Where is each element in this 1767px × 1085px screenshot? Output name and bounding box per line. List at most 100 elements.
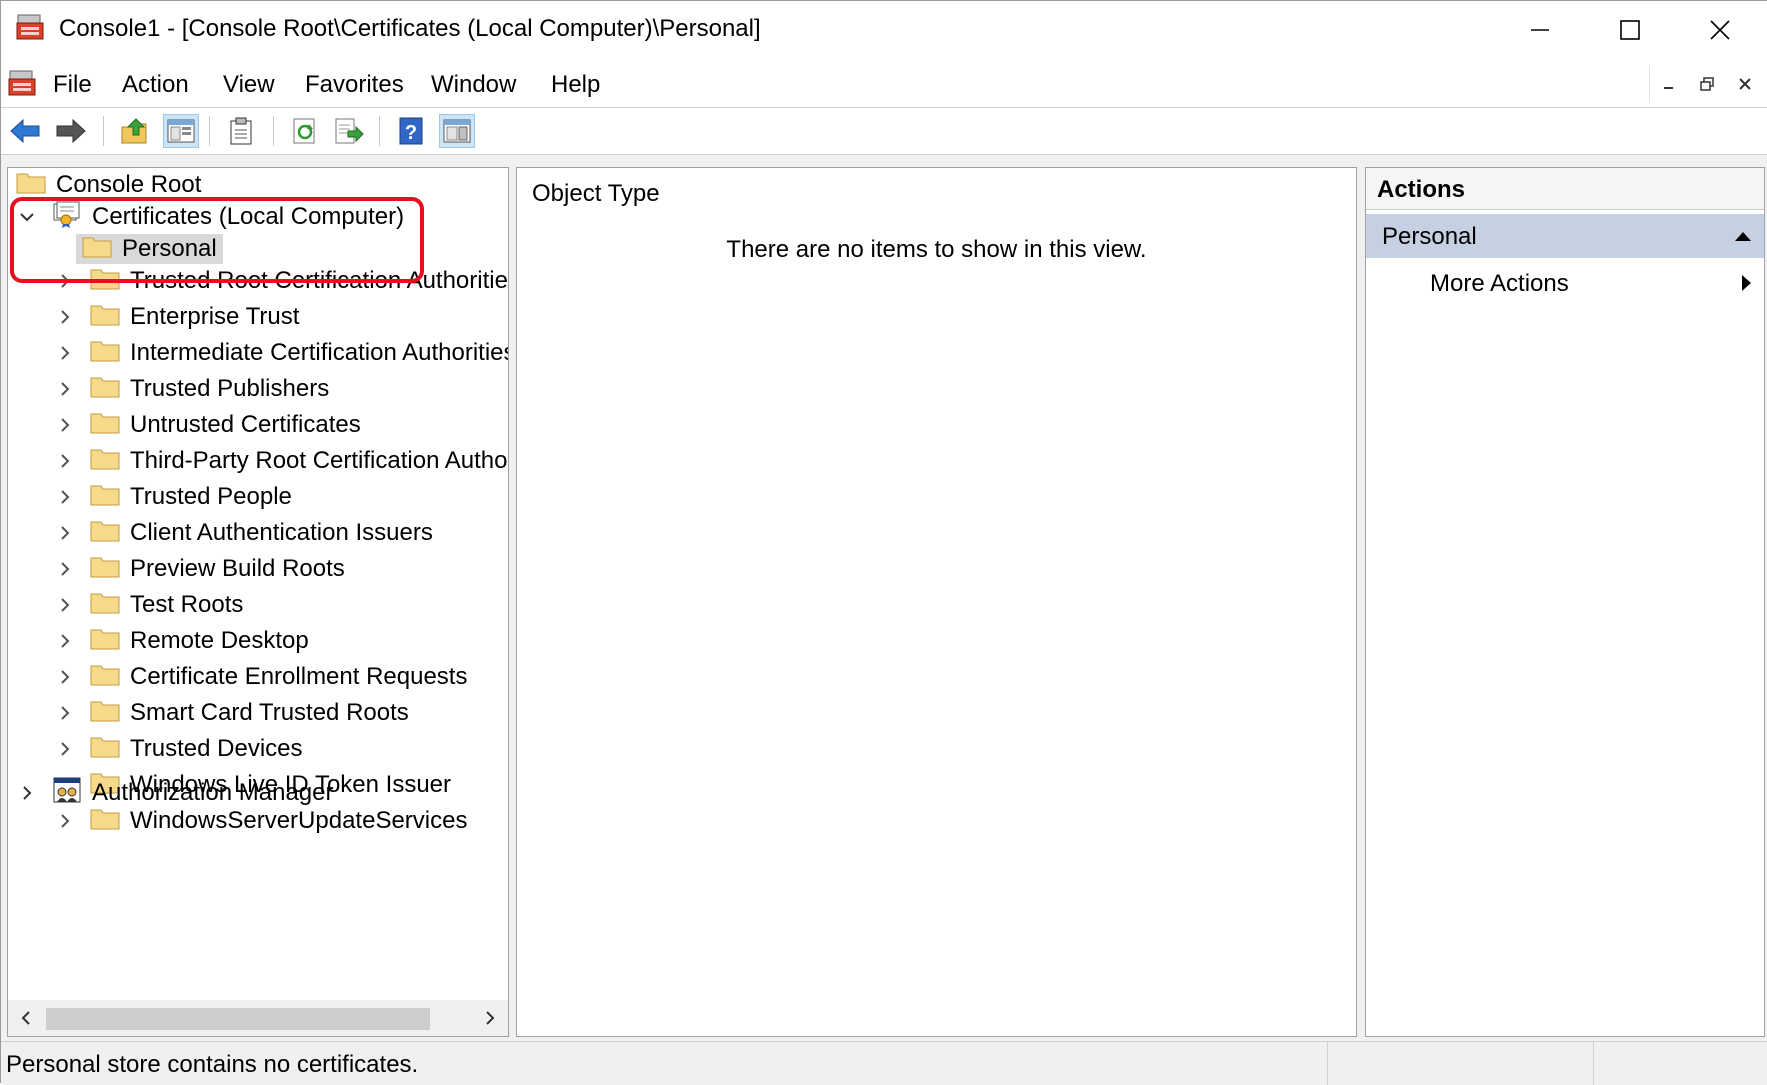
expand-chevron-icon[interactable] [54, 486, 76, 508]
menu-window[interactable]: Window [431, 71, 516, 99]
help-icon: ? [399, 117, 423, 145]
scrollbar-thumb[interactable] [46, 1008, 430, 1030]
export-list-button[interactable] [331, 114, 367, 148]
folder-icon [90, 374, 120, 405]
folder-icon [82, 234, 112, 265]
folder-icon [90, 410, 120, 441]
menu-help[interactable]: Help [551, 71, 600, 99]
expand-chevron-icon[interactable] [54, 594, 76, 616]
tree-label: Remote Desktop [130, 627, 309, 654]
expand-chevron-icon[interactable] [54, 702, 76, 724]
show-hide-action-pane-button[interactable] [439, 114, 475, 148]
expand-chevron-icon[interactable] [54, 306, 76, 328]
menu-file[interactable]: File [53, 71, 92, 99]
close-icon [1739, 78, 1751, 90]
tree-item-store[interactable]: Untrusted Certificates [54, 408, 361, 442]
tree-label: Trusted People [130, 483, 292, 510]
folder-icon [90, 698, 120, 729]
menu-favorites[interactable]: Favorites [305, 71, 404, 99]
child-close-button[interactable] [1726, 65, 1764, 103]
export-list-icon [335, 118, 364, 144]
window-title: Console1 - [Console Root\Certificates (L… [59, 15, 761, 42]
expand-chevron-icon[interactable] [16, 782, 38, 804]
folder-icon [90, 302, 120, 333]
chevron-left-icon [21, 1011, 30, 1025]
menu-action[interactable]: Action [122, 71, 189, 99]
empty-view-message: There are no items to show in this view. [726, 236, 1147, 263]
results-pane: Object Type There are no items to show i… [516, 167, 1357, 1037]
more-actions-item[interactable]: More Actions [1366, 262, 1764, 304]
tree-item-store[interactable]: Trusted Publishers [54, 372, 329, 406]
scroll-left-button[interactable] [14, 1006, 38, 1030]
expand-chevron-icon[interactable] [54, 270, 76, 292]
show-hide-console-tree-button[interactable] [163, 114, 199, 148]
tree-item-store[interactable]: Test Roots [54, 588, 243, 622]
tree-item-authorization-manager[interactable]: Authorization Manager [16, 776, 333, 810]
expand-chevron-icon[interactable] [54, 666, 76, 688]
console-system-menu-icon[interactable] [7, 69, 37, 104]
forward-button[interactable] [53, 114, 89, 148]
tree-item-store[interactable]: Certificate Enrollment Requests [54, 660, 467, 694]
tree-item-store[interactable]: Trusted Root Certification Authorities [54, 264, 509, 298]
expand-chevron-icon[interactable] [54, 558, 76, 580]
certificate-store-icon [52, 200, 82, 235]
help-button[interactable]: ? [393, 114, 429, 148]
expand-chevron-icon[interactable] [54, 414, 76, 436]
minimize-button[interactable] [1495, 1, 1585, 59]
expand-chevron-icon[interactable] [54, 630, 76, 652]
folder-icon [90, 554, 120, 585]
tree-item-store[interactable]: Preview Build Roots [54, 552, 345, 586]
horizontal-scrollbar[interactable] [8, 1000, 508, 1036]
maximize-button[interactable] [1585, 1, 1675, 59]
tree-item-store[interactable]: Third-Party Root Certification Authoriti… [54, 444, 508, 478]
toolbar-separator [379, 116, 380, 146]
tree-label: Trusted Publishers [130, 375, 330, 402]
menu-view[interactable]: View [223, 71, 275, 99]
tree-item-store[interactable]: Enterprise Trust [54, 300, 299, 334]
expand-chevron-icon[interactable] [54, 522, 76, 544]
tree-label: Preview Build Roots [130, 555, 345, 582]
column-header-object-type[interactable]: Object Type [532, 180, 660, 208]
copy-button[interactable] [223, 114, 259, 148]
expand-chevron-icon[interactable] [54, 450, 76, 472]
expand-chevron-icon[interactable] [54, 810, 76, 832]
mmc-app-icon[interactable] [15, 13, 45, 48]
close-icon [1710, 20, 1730, 40]
child-minimize-button[interactable] [1650, 65, 1688, 103]
up-folder-icon [121, 118, 147, 144]
tree-item-store[interactable]: Smart Card Trusted Roots [54, 696, 409, 730]
tree-item-store[interactable]: Trusted People [54, 480, 292, 514]
status-text: Personal store contains no certificates. [6, 1051, 419, 1078]
up-one-level-button[interactable] [117, 114, 153, 148]
folder-icon [90, 806, 120, 837]
tree-item-store[interactable]: Client Authentication Issuers [54, 516, 433, 550]
tree-item-store[interactable]: Intermediate Certification Authorities [54, 336, 508, 370]
folder-icon [90, 482, 120, 513]
tree-item-certificates[interactable]: Certificates (Local Computer) [16, 200, 404, 234]
authorization-manager-icon [52, 776, 82, 811]
actions-section-personal[interactable]: Personal [1366, 214, 1764, 258]
expand-chevron-icon[interactable] [54, 342, 76, 364]
tree-item-personal[interactable]: Personal [76, 232, 223, 266]
expand-chevron-icon[interactable] [54, 378, 76, 400]
minimize-icon [1531, 29, 1549, 31]
close-button[interactable] [1675, 1, 1765, 59]
refresh-button[interactable] [287, 114, 323, 148]
collapse-chevron-icon[interactable] [16, 206, 38, 228]
scroll-right-button[interactable] [478, 1006, 502, 1030]
tree-label: WindowsServerUpdateServices [130, 807, 468, 834]
show-hide-action-pane-icon [443, 119, 471, 143]
child-restore-button[interactable] [1688, 65, 1726, 103]
mmc-window: Console1 - [Console Root\Certificates (L… [0, 0, 1767, 1085]
actions-title: Actions [1366, 168, 1764, 210]
folder-icon [90, 626, 120, 657]
actions-pane: Actions Personal More Actions [1365, 167, 1765, 1037]
back-button[interactable] [7, 114, 43, 148]
tree-item-store[interactable]: Trusted Devices [54, 732, 303, 766]
tree-item-store[interactable]: Remote Desktop [54, 624, 309, 658]
expand-chevron-icon[interactable] [54, 738, 76, 760]
tree-label: Trusted Root Certification Authorities [130, 267, 509, 294]
toolbar: ? [1, 108, 1767, 155]
tree-item-console-root[interactable]: Console Root [16, 168, 201, 202]
folder-icon [90, 662, 120, 693]
